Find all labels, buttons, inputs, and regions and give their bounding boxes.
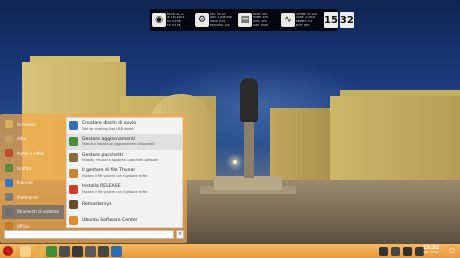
app-description: Esplora il file system con il gestore di…	[82, 189, 148, 194]
start-menu-button[interactable]	[0, 244, 16, 258]
battery-icon[interactable]	[403, 246, 412, 256]
wifi-icon: ◉	[152, 13, 166, 27]
package-icon	[69, 152, 78, 162]
browser-icon[interactable]	[111, 245, 122, 257]
monument-column	[244, 120, 254, 178]
remaster-icon	[69, 200, 78, 210]
category-altro[interactable]: Altro	[2, 132, 64, 147]
network-icon[interactable]	[379, 246, 388, 256]
system-info-monitor: ∿ UPTIME: 0h 12m CORE: 4 LINUX KERNEL: 3…	[281, 11, 322, 29]
app-text: Remastersys	[82, 202, 112, 208]
monitor-line: BATT: 98%	[296, 23, 310, 27]
category-preferenze[interactable]: Preferenze	[2, 190, 64, 205]
monitor-line: PROCESSI: 123	[210, 23, 230, 27]
street-lamp	[233, 160, 237, 164]
app-remastersys[interactable]: Remastersys	[67, 197, 182, 213]
system-tray	[379, 244, 424, 258]
terminal-icon[interactable]	[20, 245, 31, 257]
system-monitor-bar: ◉ ESSID: wl...A IP: 192.168.0 RX: 0.0 KB…	[150, 9, 354, 31]
category-internet[interactable]: Internet	[2, 175, 64, 190]
system-tools-icon	[5, 207, 13, 216]
installer-icon	[69, 184, 78, 194]
app-gestore-aggiornamenti[interactable]: Gestore aggiornamenti Mostra e installa …	[67, 133, 182, 150]
taskbar-date: Mer, 12 Set	[423, 251, 439, 254]
media-icon[interactable]	[85, 245, 96, 257]
preferences-icon	[5, 193, 13, 202]
app-description: Mostra e installa gli aggiornamenti disp…	[82, 142, 155, 147]
app-text: Il gestore di file Thunar Esplora il fil…	[82, 168, 147, 178]
app-creatore-dischi[interactable]: Creatore dischi di avvio Tool for creati…	[67, 118, 182, 134]
application-menu: Accessori Altro Audio e video Grafica In…	[0, 114, 187, 243]
hdd-icon: ▤	[238, 13, 252, 27]
start-menu-icon	[3, 246, 13, 256]
app-text: Installa RELEASE Esplora il file system …	[82, 184, 147, 194]
usb-drive-icon	[69, 121, 78, 131]
app-description: Tool for creating Live USB drives	[82, 126, 134, 131]
search-icon[interactable]: ✕	[176, 230, 184, 239]
category-label: Grafica	[17, 165, 32, 171]
gear-icon: ⚙	[195, 13, 209, 27]
monument-base	[214, 176, 282, 190]
category-label: Ufficio	[17, 223, 30, 229]
category-grafica[interactable]: Grafica	[2, 161, 64, 176]
menu-search-input[interactable]	[4, 230, 174, 239]
category-label: Accessori	[17, 121, 36, 127]
application-list: Creatore dischi di avvio Tool for creati…	[66, 117, 183, 228]
building	[270, 108, 330, 180]
category-label: Preferenze	[17, 194, 39, 200]
app-name: Ubuntu Software Center	[82, 217, 138, 223]
network-monitor-text: ESSID: wl...A IP: 192.168.0 RX: 0.0 KB T…	[167, 13, 193, 27]
category-label: Audio e video	[17, 150, 45, 156]
disk-monitor: ▤ ROOT: 25% HOME: 40% DATA: 12% DISP: 30…	[238, 11, 279, 29]
monitor-line: TX: 0.0 KB	[167, 23, 181, 27]
category-label: Strumenti di sistema	[17, 209, 59, 215]
software-center-icon	[69, 216, 78, 226]
category-accessori[interactable]: Accessori	[2, 117, 64, 132]
app-text: Creatore dischi di avvio Tool for creati…	[82, 121, 136, 131]
files-icon[interactable]	[59, 245, 70, 257]
app-installa-release[interactable]: Installa RELEASE Esplora il file system …	[67, 181, 182, 197]
app-text: Ubuntu Software Center	[82, 218, 137, 224]
accessories-icon	[5, 120, 13, 129]
cpu-monitor: ⚙ CPU: 4% 1m RAM: 1,2GB/3GB SWAP: 0.0% P…	[195, 11, 236, 29]
clock-minutes: 32	[339, 12, 354, 28]
pulse-icon: ∿	[281, 13, 295, 27]
app-text: Gestore pacchetti Installa, rimuovi e ag…	[82, 153, 158, 163]
category-label: Internet	[17, 180, 33, 186]
update-icon	[69, 137, 78, 147]
app-text: Gestore aggiornamenti Mostra e installa …	[82, 137, 155, 147]
graphics-icon	[5, 164, 13, 173]
text-editor-icon[interactable]	[72, 245, 83, 257]
cpu-monitor-text: CPU: 4% 1m RAM: 1,2GB/3GB SWAP: 0.0% PRO…	[210, 13, 236, 27]
power-icon[interactable]: ⏻	[446, 245, 458, 257]
app-description: Installa, rimuovi e aggiorna i pacchetti…	[82, 158, 159, 163]
app-gestore-pacchetti[interactable]: Gestore pacchetti Installa, rimuovi e ag…	[67, 150, 182, 166]
building	[330, 96, 460, 182]
clock-hours: 15	[324, 12, 338, 28]
app-ubuntu-software-center[interactable]: Ubuntu Software Center	[67, 213, 182, 229]
category-label: Altro	[17, 136, 27, 142]
app-description: Esplora il file system con il gestore di…	[82, 174, 148, 179]
disk-monitor-text: ROOT: 25% HOME: 40% DATA: 12% DISP: 30GB	[253, 13, 279, 27]
other-icon	[5, 134, 13, 143]
monument-statue	[240, 78, 258, 122]
globe-icon	[5, 178, 13, 187]
category-strumenti-di-sistema[interactable]: Strumenti di sistema	[2, 204, 64, 220]
app-thunar[interactable]: Il gestore di file Thunar Esplora il fil…	[67, 165, 182, 181]
app-name: Remastersys	[82, 202, 112, 208]
system-info-text: UPTIME: 0h 12m CORE: 4 LINUX KERNEL: 3.2…	[296, 13, 322, 27]
taskbar-clock[interactable]: 15:32 Mer, 12 Set	[420, 245, 442, 257]
settings-icon[interactable]	[46, 245, 57, 257]
multimedia-icon	[5, 149, 13, 158]
folder-icon	[69, 168, 78, 178]
folder-icon[interactable]	[33, 245, 44, 257]
monitor-line: DISP: 30GB	[253, 23, 268, 27]
network-monitor: ◉ ESSID: wl...A IP: 192.168.0 RX: 0.0 KB…	[152, 11, 193, 29]
taskbar: 15:32 Mer, 12 Set ⏻	[0, 244, 460, 258]
volume-icon[interactable]	[391, 246, 400, 256]
chat-icon[interactable]	[98, 245, 109, 257]
category-audio-video[interactable]: Audio e video	[2, 146, 64, 161]
category-list: Accessori Altro Audio e video Grafica In…	[2, 117, 64, 234]
